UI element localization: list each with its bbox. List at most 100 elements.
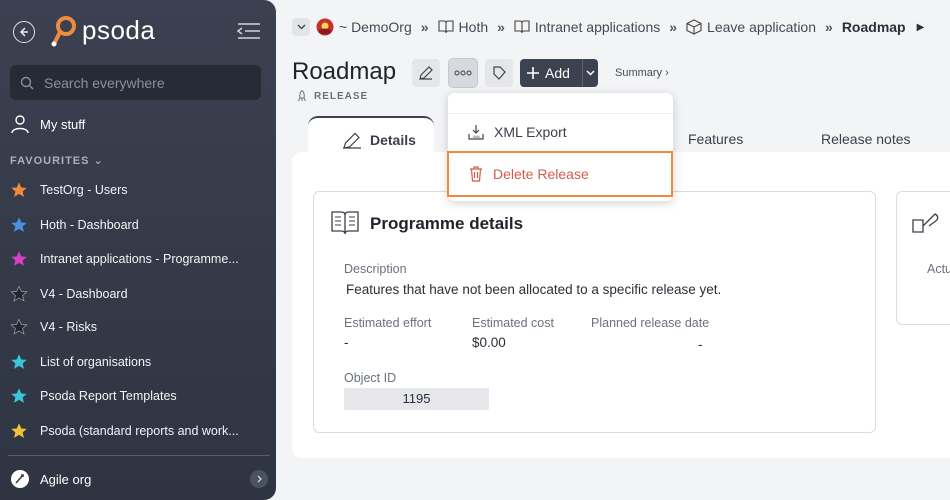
svg-text:XML: XML: [473, 134, 482, 139]
delete-release-menu-item[interactable]: Delete Release: [447, 151, 673, 197]
sidebar-item-hoth-dashboard[interactable]: Hoth - Dashboard: [10, 216, 260, 234]
tab-label: Details: [370, 132, 416, 148]
sidebar-item-label: V4 - Dashboard: [40, 287, 128, 301]
star-icon: [10, 285, 28, 302]
edit-button[interactable]: [412, 59, 440, 87]
favourites-heading-label: FAVOURITES: [10, 155, 90, 167]
xml-export-menu-item[interactable]: XML XML Export: [448, 114, 673, 150]
sidebar-item-intranet-applications[interactable]: Intranet applications - Programme...: [10, 250, 260, 268]
sidebar-item-psoda-standard-reports[interactable]: Psoda (standard reports and work...: [10, 422, 260, 440]
org-icon: [11, 470, 29, 488]
breadcrumb-label: Hoth: [458, 19, 489, 35]
book-icon: [514, 20, 530, 34]
add-label: Add: [545, 65, 570, 81]
star-icon: [11, 217, 27, 232]
pencil-icon: [343, 132, 361, 149]
more-options-button[interactable]: [448, 58, 478, 88]
org-switcher[interactable]: Agile org: [10, 469, 268, 489]
planned-release-date-label: Planned release date: [591, 316, 710, 330]
breadcrumb-label: Roadmap: [841, 19, 906, 35]
user-icon: [11, 115, 29, 134]
tab-label: Features: [688, 131, 744, 147]
back-icon[interactable]: [13, 21, 35, 43]
actuals-label: Actu: [927, 262, 950, 276]
menu-item-label: Delete Release: [493, 166, 589, 182]
sidebar-item-label: V4 - Risks: [40, 320, 97, 334]
breadcrumb-label: Intranet applications: [534, 19, 661, 35]
bookmark-button[interactable]: [485, 59, 513, 87]
pencil-icon: [419, 66, 433, 80]
estimated-effort-label: Estimated effort: [344, 316, 432, 330]
description-label: Description: [344, 262, 407, 276]
breadcrumb-separator: »: [420, 19, 429, 35]
caret-right-icon: ▶: [916, 21, 925, 33]
trash-icon: [470, 166, 482, 182]
org-label: Agile org: [40, 471, 92, 487]
my-stuff-link[interactable]: My stuff: [10, 114, 85, 134]
star-icon: [11, 354, 27, 369]
object-id-value: 1195: [344, 388, 489, 410]
subtitle-label: RELEASE: [314, 90, 369, 102]
sidebar-item-label: Hoth - Dashboard: [40, 218, 139, 232]
menu-item-label: XML Export: [494, 124, 567, 140]
sidebar-item-label: List of organisations: [40, 355, 152, 369]
psoda-logo-icon: [51, 16, 76, 47]
my-stuff-label: My stuff: [40, 116, 86, 132]
estimated-cost-value: $0.00: [472, 335, 506, 350]
breadcrumb-current: Roadmap ▶: [842, 19, 925, 35]
download-icon: XML: [468, 125, 484, 140]
tab-release-notes[interactable]: Release notes: [821, 131, 911, 147]
breadcrumb-label: Leave application: [707, 19, 817, 35]
rocket-icon: [298, 90, 306, 102]
star-icon: [11, 423, 27, 438]
package-icon: [686, 19, 702, 35]
book-icon: [437, 20, 454, 34]
sidebar-item-list-of-organisations[interactable]: List of organisations: [10, 353, 260, 371]
breadcrumb-org[interactable]: ~ DemoOrg: [316, 18, 412, 36]
estimated-cost-label: Estimated cost: [472, 316, 554, 330]
breadcrumb-toggle[interactable]: [292, 18, 310, 36]
star-icon: [11, 251, 27, 266]
breadcrumb-label: ~ DemoOrg: [339, 19, 412, 35]
page-title: Roadmap: [292, 58, 397, 85]
star-icon: [11, 388, 27, 403]
sidebar-divider: [8, 455, 270, 456]
planned-release-date-value: -: [698, 337, 703, 352]
sidebar-item-v4-dashboard[interactable]: V4 - Dashboard: [10, 285, 260, 303]
tab-features[interactable]: Features: [688, 131, 743, 147]
psoda-logo[interactable]: psoda: [50, 13, 155, 47]
tab-details[interactable]: Details: [342, 131, 416, 149]
sidebar-item-label: Psoda Report Templates: [40, 389, 177, 403]
chevron-down-icon[interactable]: [582, 59, 598, 87]
breadcrumb-intranet[interactable]: Intranet applications: [514, 19, 660, 35]
page-subtitle: RELEASE: [296, 90, 368, 102]
ellipsis-icon: [454, 70, 472, 76]
breadcrumb-separator: »: [825, 19, 833, 35]
sidebar-item-label: Psoda (standard reports and work...: [40, 424, 239, 438]
breadcrumb-separator: »: [497, 19, 505, 35]
book-icon: [331, 211, 359, 235]
search-input[interactable]: [44, 74, 244, 91]
sidebar-item-label: TestOrg - Users: [40, 183, 128, 197]
sidebar-item-v4-risks[interactable]: V4 - Risks: [10, 318, 260, 336]
breadcrumb: ~ DemoOrg » Hoth » Intranet applications…: [292, 18, 924, 36]
breadcrumb-hoth[interactable]: Hoth: [437, 19, 489, 35]
search-box[interactable]: [10, 65, 261, 100]
chevron-right-icon: [250, 470, 268, 488]
star-icon: [11, 182, 27, 197]
object-id-label: Object ID: [344, 371, 397, 385]
sidebar-item-testorg-users[interactable]: TestOrg - Users: [10, 181, 260, 199]
collapse-sidebar-icon[interactable]: [236, 20, 262, 42]
favourites-heading[interactable]: FAVOURITES ⌄: [10, 154, 104, 167]
add-button[interactable]: Add: [520, 59, 598, 87]
logo-text: psoda: [82, 14, 156, 45]
wrench-icon: [912, 213, 939, 233]
sidebar: psoda My stuff FAVOURITES ⌄ TestOrg - Us…: [0, 0, 276, 500]
search-icon: [20, 76, 34, 89]
tab-label: Release notes: [821, 131, 911, 147]
card-title: Programme details: [370, 214, 524, 233]
more-options-menu: XML XML Export Delete Release: [447, 93, 673, 201]
sidebar-item-psoda-report-templates[interactable]: Psoda Report Templates: [10, 387, 260, 405]
summary-link[interactable]: Summary ›: [615, 67, 669, 79]
breadcrumb-leave-application[interactable]: Leave application: [686, 19, 816, 35]
